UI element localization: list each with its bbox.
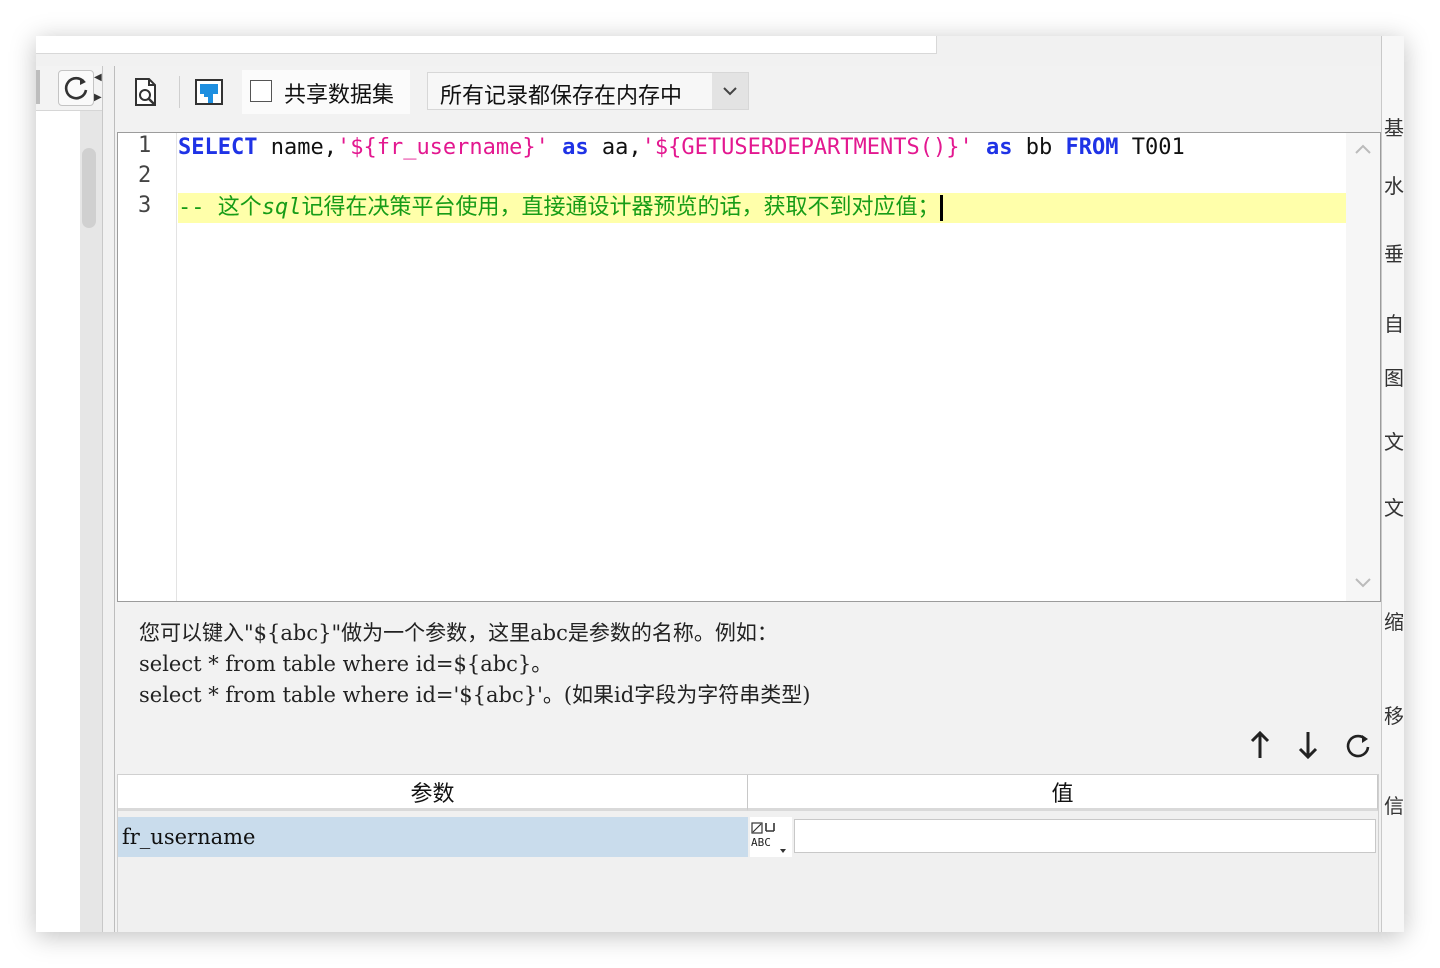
right-panel-char: 文 (1384, 430, 1404, 454)
sql-keyword: as (986, 135, 1013, 160)
string-type-icon: ABC (751, 822, 786, 853)
right-panel-char: 信 (1384, 794, 1404, 818)
right-panel-char: 缩 (1384, 610, 1404, 634)
dialog-toolbar: 共享数据集 所有记录都保存在内存中 (115, 66, 1381, 126)
dataset-dialog: 共享数据集 所有记录都保存在内存中 1 2 3 SELECT name,'${f… (114, 66, 1381, 932)
sql-comment: -- 这个 (178, 195, 262, 220)
sql-comment: 记得在决策平台使用，直接通设计器预览的话，获取不到对应值； (301, 195, 940, 220)
share-dataset-checkbox[interactable] (250, 80, 272, 102)
parameter-table: 参数 值 fr_username ABC (117, 774, 1379, 932)
right-panel-char: 水 (1384, 174, 1404, 198)
right-panel-char: 文 (1384, 496, 1404, 520)
help-line: 您可以键入"${abc}"做为一个参数，这里abc是参数的名称。例如： (139, 621, 778, 645)
scroll-down-icon[interactable] (1351, 571, 1375, 595)
param-name-cell[interactable]: fr_username (118, 817, 748, 857)
refresh-icon (64, 76, 88, 100)
arrow-up-icon (1250, 730, 1270, 758)
column-header-param[interactable]: 参数 (118, 775, 748, 811)
sql-keyword: as (562, 135, 589, 160)
right-panel-char: 基 (1384, 116, 1404, 140)
svg-text:ABC: ABC (751, 836, 771, 849)
sql-string: '${GETUSERDEPARTMENTS()}' (641, 135, 973, 160)
left-panel: ◀ ▶ (36, 66, 103, 932)
right-panel-char: 垂 (1384, 242, 1404, 266)
expand-arrow-icon[interactable]: ▶ (94, 92, 102, 103)
share-dataset-toggle[interactable]: 共享数据集 (242, 70, 410, 114)
refresh-params-button[interactable] (1341, 728, 1375, 762)
storage-mode-value: 所有记录都保存在内存中 (440, 84, 683, 109)
param-value-input[interactable] (794, 819, 1376, 853)
left-toolbar: ◀ ▶ (36, 66, 102, 111)
right-panel-char: 自 (1384, 312, 1404, 336)
text-caret (939, 195, 943, 221)
share-dataset-label: 共享数据集 (284, 83, 395, 108)
sql-text: aa, (588, 135, 642, 160)
designer-window: ◀ ▶ 基 水 垂 自 图 文 文 缩 移 信 共享数据集 所有记录都保存在内存… (36, 36, 1404, 932)
database-save-icon (195, 79, 223, 105)
chevron-down-icon[interactable] (712, 73, 748, 109)
sql-string: '${fr_username}' (336, 135, 549, 160)
left-tree-area (36, 111, 80, 932)
sql-keyword: SELECT (178, 135, 258, 160)
sql-editor[interactable]: 1 2 3 SELECT name,'${fr_username}' as aa… (117, 132, 1381, 602)
type-selector[interactable]: ABC (750, 817, 792, 857)
left-panel-edge (36, 70, 40, 104)
preview-button[interactable] (130, 76, 162, 108)
move-up-button[interactable] (1243, 728, 1277, 762)
sql-text: name, (257, 135, 337, 160)
sql-keyword: FROM (1065, 135, 1119, 160)
preview-icon (135, 78, 156, 106)
help-line: select * from table where id='${abc}'。(如… (139, 683, 811, 707)
toolbar-separator (179, 76, 180, 108)
storage-mode-select[interactable]: 所有记录都保存在内存中 (427, 72, 749, 110)
left-scrollbar[interactable] (82, 148, 96, 228)
right-property-panel: 基 水 垂 自 图 文 文 缩 移 信 (1381, 36, 1404, 932)
move-down-button[interactable] (1291, 728, 1325, 762)
column-header-value[interactable]: 值 (748, 775, 1378, 811)
line-number-gutter: 1 2 3 (118, 133, 177, 601)
help-line: select * from table where id=${abc}。 (139, 652, 553, 676)
sql-text: T001 (1118, 135, 1185, 160)
scroll-up-icon[interactable] (1351, 137, 1375, 161)
code-line-1[interactable]: SELECT name,'${fr_username}' as aa,'${GE… (178, 133, 1185, 163)
table-row[interactable]: fr_username ABC (118, 817, 1380, 857)
code-line-3[interactable]: -- 这个sql记得在决策平台使用，直接通设计器预览的话，获取不到对应值； (178, 193, 1346, 223)
line-number: 3 (138, 193, 152, 218)
refresh-button[interactable] (58, 70, 94, 106)
line-number: 1 (138, 133, 152, 158)
line-number: 2 (138, 163, 152, 188)
top-tab-strip (36, 36, 937, 54)
sql-format-button[interactable] (193, 76, 225, 108)
refresh-icon (1346, 734, 1370, 758)
right-panel-char: 移 (1384, 704, 1404, 728)
parameter-help-text: 您可以键入"${abc}"做为一个参数，这里abc是参数的名称。例如： selec… (139, 618, 810, 711)
sql-comment: sql (261, 195, 302, 220)
collapse-arrow-icon[interactable]: ◀ (94, 72, 102, 83)
arrow-down-icon (1298, 732, 1318, 760)
sql-text: bb (1012, 135, 1066, 160)
right-panel-char: 图 (1384, 366, 1404, 390)
editor-scrollbar[interactable] (1346, 133, 1380, 601)
